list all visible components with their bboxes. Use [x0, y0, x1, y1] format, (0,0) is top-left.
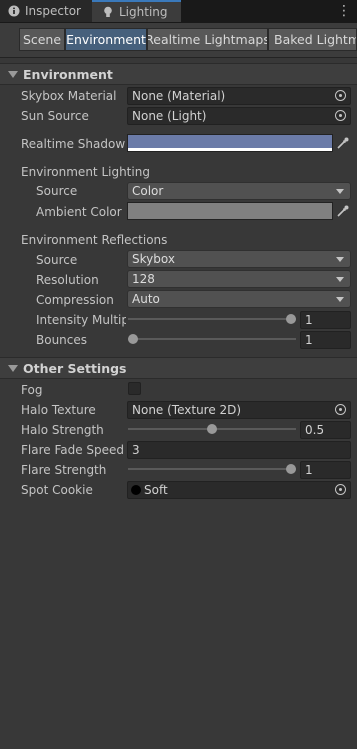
environment-section-title: Environment: [23, 66, 113, 82]
resolution-value: 128: [132, 272, 155, 286]
tab-lighting[interactable]: Lighting: [92, 0, 181, 22]
compression-value: Auto: [132, 292, 160, 306]
lightbulb-icon: [104, 6, 112, 17]
intensity-multiplier-label: Intensity Multiplier: [36, 313, 126, 327]
other-settings-section-title: Other Settings: [23, 360, 127, 376]
environment-lighting-heading: Environment Lighting: [21, 165, 150, 179]
halo-texture-label: Halo Texture: [21, 403, 96, 417]
bounces-label: Bounces: [36, 333, 88, 347]
reflection-source-value: Skybox: [132, 252, 175, 266]
ambient-color-label: Ambient Color: [36, 205, 122, 219]
object-picker-icon[interactable]: [335, 110, 346, 121]
alpha-bar: [128, 148, 332, 151]
chevron-down-icon: [336, 257, 344, 262]
lighting-source-label: Source: [36, 184, 78, 198]
compression-label: Compression: [36, 293, 114, 307]
other-settings-section-header[interactable]: Other Settings: [0, 357, 357, 379]
reflection-source-dropdown[interactable]: Skybox: [127, 250, 351, 268]
texture-thumbnail-icon: [131, 485, 141, 495]
eyedropper-icon[interactable]: [336, 136, 350, 150]
bounces-value-field[interactable]: 1: [300, 331, 351, 349]
environment-section-header[interactable]: Environment: [0, 63, 357, 85]
sun-source-label: Sun Source: [21, 109, 89, 123]
tab-inspector[interactable]: Inspector: [0, 0, 92, 22]
environment-reflections-heading: Environment Reflections: [21, 233, 168, 247]
realtime-shadow-color-label: Realtime Shadow Color: [21, 137, 127, 151]
chevron-down-icon: [336, 297, 344, 302]
kebab-menu-icon[interactable]: ⋮: [337, 3, 351, 19]
halo-strength-slider-handle[interactable]: [207, 424, 217, 434]
info-icon: [8, 5, 20, 17]
intensity-slider-handle[interactable]: [286, 314, 296, 324]
object-picker-icon[interactable]: [335, 484, 346, 495]
reflection-source-label: Source: [36, 253, 78, 267]
intensity-slider-track[interactable]: [128, 318, 296, 320]
spot-cookie-label: Spot Cookie: [21, 483, 93, 497]
flare-strength-value-field[interactable]: 1: [300, 461, 351, 479]
tab-environment[interactable]: Environment: [65, 28, 147, 51]
foldout-triangle-icon[interactable]: [8, 70, 18, 78]
object-picker-icon[interactable]: [335, 90, 346, 101]
spot-cookie-field[interactable]: Soft: [127, 481, 351, 499]
resolution-dropdown[interactable]: 128: [127, 270, 351, 288]
bounces-slider-handle[interactable]: [128, 334, 138, 344]
eyedropper-icon[interactable]: [336, 204, 350, 218]
flare-fade-speed-label: Flare Fade Speed: [21, 443, 125, 457]
foldout-triangle-icon[interactable]: [8, 364, 18, 372]
skybox-material-field[interactable]: None (Material): [127, 87, 351, 105]
halo-strength-value-field[interactable]: 0.5: [300, 421, 351, 439]
skybox-material-label: Skybox Material: [21, 89, 117, 103]
flare-strength-slider-handle[interactable]: [286, 464, 296, 474]
tab-inspector-label: Inspector: [25, 4, 81, 18]
tab-realtime-lightmaps[interactable]: Realtime Lightmaps: [147, 28, 268, 51]
ambient-color-swatch[interactable]: [127, 202, 333, 220]
chevron-down-icon: [336, 189, 344, 194]
lighting-source-value: Color: [132, 184, 164, 198]
resolution-label: Resolution: [36, 273, 99, 287]
bounces-slider-track[interactable]: [128, 338, 296, 340]
lighting-source-dropdown[interactable]: Color: [127, 182, 351, 200]
object-picker-icon[interactable]: [335, 404, 346, 415]
halo-strength-label: Halo Strength: [21, 423, 104, 437]
compression-dropdown[interactable]: Auto: [127, 290, 351, 308]
flare-fade-speed-field[interactable]: 3: [127, 441, 351, 459]
fog-checkbox[interactable]: [128, 382, 141, 395]
intensity-value-field[interactable]: 1: [300, 311, 351, 329]
fog-label: Fog: [21, 383, 43, 397]
halo-texture-field[interactable]: None (Texture 2D): [127, 401, 351, 419]
flare-strength-slider-track[interactable]: [128, 468, 296, 470]
tab-baked-lightmaps[interactable]: Baked Lightmaps: [268, 28, 357, 51]
tab-scene[interactable]: Scene: [19, 28, 65, 51]
flare-strength-label: Flare Strength: [21, 463, 107, 477]
chevron-down-icon: [336, 277, 344, 282]
tab-lighting-label: Lighting: [119, 5, 168, 19]
sun-source-field[interactable]: None (Light): [127, 107, 351, 125]
